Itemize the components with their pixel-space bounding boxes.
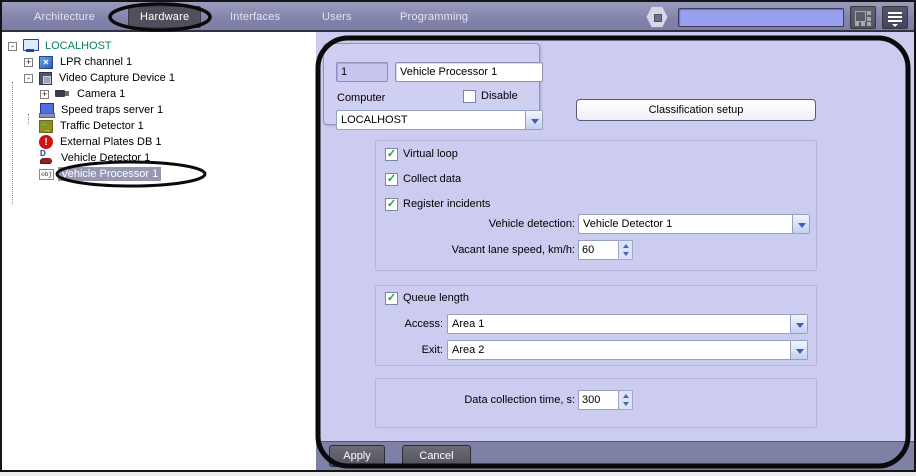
main-menubar: Architecture Hardware Interfaces Users P…: [2, 2, 914, 32]
exit-value: Area 2: [452, 344, 485, 356]
disable-checkbox[interactable]: [463, 89, 476, 103]
access-select[interactable]: Area 1: [447, 314, 808, 334]
tree-item-vehicle-detector[interactable]: Vehicle Detector 1: [2, 149, 316, 166]
disable-checkbox-row: Disable: [463, 89, 518, 103]
gear-icon[interactable]: [646, 6, 668, 28]
tab-hardware[interactable]: Hardware: [128, 6, 202, 28]
tree-guide-line: [12, 82, 13, 204]
alert-db-icon: !: [39, 135, 53, 149]
computer-select[interactable]: LOCALHOST: [336, 110, 543, 130]
tree-item-lpr-channel[interactable]: + ✕ LPR channel 1: [2, 54, 316, 70]
tree-item-video-capture-device[interactable]: - Video Capture Device 1: [2, 70, 316, 86]
tree-item-traffic-detector[interactable]: Traffic Detector 1: [2, 118, 316, 134]
settings-panel: 1 Vehicle Processor 1 Computer Disable L…: [316, 32, 914, 470]
computer-icon: [23, 39, 39, 53]
tree-item-camera[interactable]: + Camera 1: [2, 86, 316, 102]
video-capture-device-icon: [39, 71, 52, 85]
tree-item-label: Camera 1: [77, 88, 126, 100]
tree-item-vehicle-processor[interactable]: obj Vehicle Processor 1: [2, 166, 316, 182]
panel-footer: Apply Cancel: [316, 441, 914, 470]
cancel-button[interactable]: Cancel: [402, 445, 471, 467]
queue-length-row: ✓ Queue length: [385, 291, 469, 305]
collect-data-checkbox[interactable]: ✓: [385, 172, 398, 186]
apply-button[interactable]: Apply: [329, 445, 385, 467]
tree-item-label: Vehicle Processor 1: [58, 167, 162, 181]
device-tree: - LOCALHOST + ✕ LPR channel 1 - Video Ca…: [2, 32, 316, 470]
expand-toggle[interactable]: +: [40, 89, 49, 99]
tree-item-label: LPR channel 1: [60, 56, 133, 68]
screen-layouts-icon[interactable]: [850, 6, 876, 29]
tree-guide-line: [28, 114, 29, 124]
vehicle-detection-value: Vehicle Detector 1: [583, 218, 673, 230]
virtual-loop-row: ✓ Virtual loop: [385, 147, 458, 161]
tree-item-label: Vehicle Detector 1: [61, 152, 151, 164]
exit-select[interactable]: Area 2: [447, 340, 808, 360]
vehicle-detection-select[interactable]: Vehicle Detector 1: [578, 214, 810, 234]
spinner-arrows-icon[interactable]: [618, 390, 633, 410]
tab-architecture[interactable]: Architecture: [34, 11, 95, 23]
vehicle-detector-icon: [39, 149, 54, 165]
traffic-detector-icon: [39, 119, 53, 134]
collapse-toggle[interactable]: -: [24, 73, 33, 83]
chevron-down-icon[interactable]: [790, 315, 807, 333]
menu-arrow-icon[interactable]: [882, 6, 908, 29]
queue-length-label: Queue length: [403, 292, 470, 304]
chevron-down-icon[interactable]: [525, 111, 542, 129]
vacant-lane-speed-label: Vacant lane speed, km/h:: [451, 244, 575, 256]
tab-interfaces[interactable]: Interfaces: [230, 11, 280, 23]
lpr-channel-icon: ✕: [39, 55, 53, 69]
object-id-field[interactable]: 1: [336, 62, 388, 82]
chevron-down-icon[interactable]: [790, 341, 807, 359]
collect-data-row: ✓ Collect data: [385, 172, 461, 186]
register-incidents-label: Register incidents: [403, 198, 491, 210]
access-value: Area 1: [452, 318, 485, 330]
access-label: Access:: [404, 318, 443, 330]
tab-users[interactable]: Users: [322, 11, 352, 23]
exit-label: Exit:: [421, 344, 443, 356]
data-collection-time-label: Data collection time, s:: [464, 394, 575, 406]
disable-label: Disable: [481, 90, 518, 102]
computer-select-value: LOCALHOST: [341, 114, 408, 126]
collapse-toggle[interactable]: -: [8, 41, 17, 51]
spinner-arrows-icon[interactable]: [618, 240, 633, 260]
tree-item-label: Traffic Detector 1: [60, 120, 144, 132]
expand-toggle[interactable]: +: [24, 57, 33, 67]
tree-item-label: LOCALHOST: [45, 40, 112, 52]
tree-item-speed-traps-server[interactable]: Speed traps server 1: [2, 102, 316, 118]
chevron-down-icon[interactable]: [792, 215, 809, 233]
register-incidents-checkbox[interactable]: ✓: [385, 197, 398, 211]
classification-setup-button[interactable]: Classification setup: [576, 99, 816, 121]
tree-item-label: External Plates DB 1: [60, 136, 162, 148]
identity-group: 1 Vehicle Processor 1 Computer Disable L…: [323, 43, 543, 130]
vacant-lane-speed-field[interactable]: 60: [578, 240, 619, 260]
tree-item-label: Speed traps server 1: [61, 104, 164, 116]
app-window: Architecture Hardware Interfaces Users P…: [0, 0, 916, 472]
queue-length-checkbox[interactable]: ✓: [385, 291, 398, 305]
register-incidents-row: ✓ Register incidents: [385, 197, 490, 211]
data-collection-time-field[interactable]: 300: [578, 390, 619, 410]
computer-label: Computer: [337, 92, 386, 104]
camera-icon: [55, 87, 70, 101]
obj-icon: obj: [39, 169, 54, 180]
tree-item-localhost[interactable]: - LOCALHOST: [2, 38, 316, 54]
vehicle-detection-label: Vehicle detection:: [488, 218, 575, 230]
tab-programming[interactable]: Programming: [400, 11, 468, 23]
tree-item-label: Video Capture Device 1: [59, 72, 175, 84]
tree-item-external-plates-db[interactable]: ! External Plates DB 1: [2, 134, 316, 150]
server-icon: [39, 103, 55, 118]
collect-data-label: Collect data: [403, 173, 462, 185]
search-input[interactable]: [678, 8, 844, 27]
virtual-loop-checkbox[interactable]: ✓: [385, 147, 398, 161]
virtual-loop-label: Virtual loop: [403, 148, 458, 160]
object-name-field[interactable]: Vehicle Processor 1: [395, 62, 543, 82]
